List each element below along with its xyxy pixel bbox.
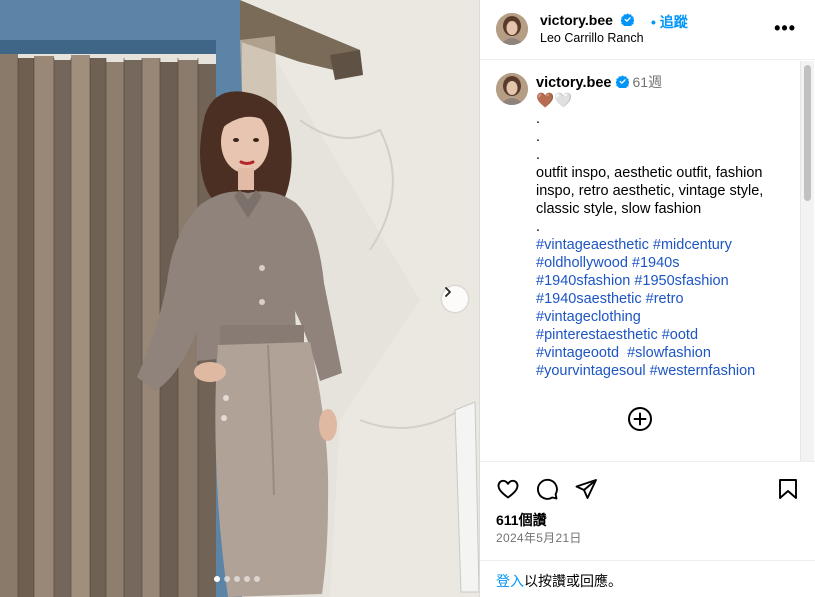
hashtag-line[interactable]: #vintageootd #slowfashion — [536, 344, 798, 362]
follow-separator: • — [651, 14, 660, 30]
caption-line: . — [536, 147, 541, 163]
hashtag-line[interactable]: #1940saesthetic #retro — [536, 290, 798, 308]
comment-button[interactable] — [535, 477, 559, 501]
plus-circle-icon — [628, 407, 652, 431]
caption-line: . — [536, 219, 541, 235]
instagram-post: victory.bee • 追蹤 Leo Carrillo Ranch ••• — [0, 0, 815, 597]
caption: victory.bee 61週 🤎🤍 . . . outfit inspo, a… — [536, 73, 798, 380]
post-photo[interactable] — [0, 0, 479, 597]
username-link[interactable]: victory.bee — [540, 12, 634, 28]
like-count[interactable]: 611個讚 — [496, 510, 547, 530]
carousel-dot — [254, 576, 260, 582]
post-time[interactable]: 61週 — [633, 74, 663, 90]
login-prompt: 登入以按讚或回應。 — [480, 560, 815, 591]
save-button[interactable] — [776, 477, 800, 501]
follow-button[interactable]: • 追蹤 — [651, 12, 688, 32]
caption-line: . — [536, 129, 541, 145]
hashtag-line[interactable]: #vintageclothing — [536, 308, 798, 326]
avatar-image — [496, 13, 528, 45]
verified-badge-icon — [615, 75, 629, 88]
caption-emojis: 🤎🤍 — [536, 93, 573, 109]
photo-illustration — [0, 0, 479, 597]
scrollbar-thumb[interactable] — [804, 65, 811, 201]
avatar-image — [496, 73, 528, 105]
carousel-dot — [244, 576, 250, 582]
comments-section: victory.bee 61週 🤎🤍 . . . outfit inspo, a… — [480, 61, 815, 461]
carousel-dot — [234, 576, 240, 582]
hashtag-line[interactable]: #vintageaesthetic #midcentury — [536, 236, 798, 254]
hashtag-line[interactable]: #1940sfashion #1950sfashion — [536, 272, 798, 290]
more-options-button[interactable]: ••• — [774, 18, 796, 39]
share-button[interactable] — [574, 477, 598, 501]
location-link[interactable]: Leo Carrillo Ranch — [540, 31, 644, 45]
login-link[interactable]: 登入 — [496, 573, 524, 589]
heart-icon — [497, 479, 519, 499]
avatar[interactable] — [496, 13, 528, 45]
post-date[interactable]: 2024年5月21日 — [496, 529, 582, 546]
caption-line: outfit inspo, aesthetic outfit, fashion … — [536, 165, 768, 217]
comments-scrollbar[interactable] — [800, 61, 814, 461]
verified-badge-icon — [620, 13, 634, 26]
carousel-indicator — [214, 576, 260, 582]
comment-icon — [536, 478, 558, 500]
bookmark-icon — [779, 479, 797, 499]
carousel-dot — [224, 576, 230, 582]
send-icon — [575, 479, 597, 499]
next-photo-button[interactable] — [442, 286, 468, 312]
login-prompt-text: 以按讚或回應。 — [524, 573, 622, 589]
chevron-right-icon — [445, 287, 451, 297]
post-header: victory.bee • 追蹤 Leo Carrillo Ranch ••• — [480, 0, 815, 60]
username-text: victory.bee — [540, 12, 613, 28]
hashtag-line[interactable]: #oldhollywood #1940s — [536, 254, 798, 272]
hashtag-line[interactable]: #yourvintagesoul #westernfashion — [536, 362, 798, 380]
hashtag-line[interactable]: #pinterestaesthetic #ootd — [536, 326, 798, 344]
like-button[interactable] — [496, 477, 520, 501]
load-more-comments-button[interactable] — [627, 406, 653, 432]
post-side-panel: victory.bee • 追蹤 Leo Carrillo Ranch ••• — [479, 0, 815, 597]
caption-username[interactable]: victory.bee — [536, 75, 612, 91]
avatar[interactable] — [496, 73, 528, 105]
caption-line: . — [536, 111, 541, 127]
action-bar — [480, 461, 815, 515]
follow-label: 追蹤 — [659, 14, 688, 30]
carousel-dot — [214, 576, 220, 582]
more-horizontal-icon: ••• — [774, 18, 796, 38]
